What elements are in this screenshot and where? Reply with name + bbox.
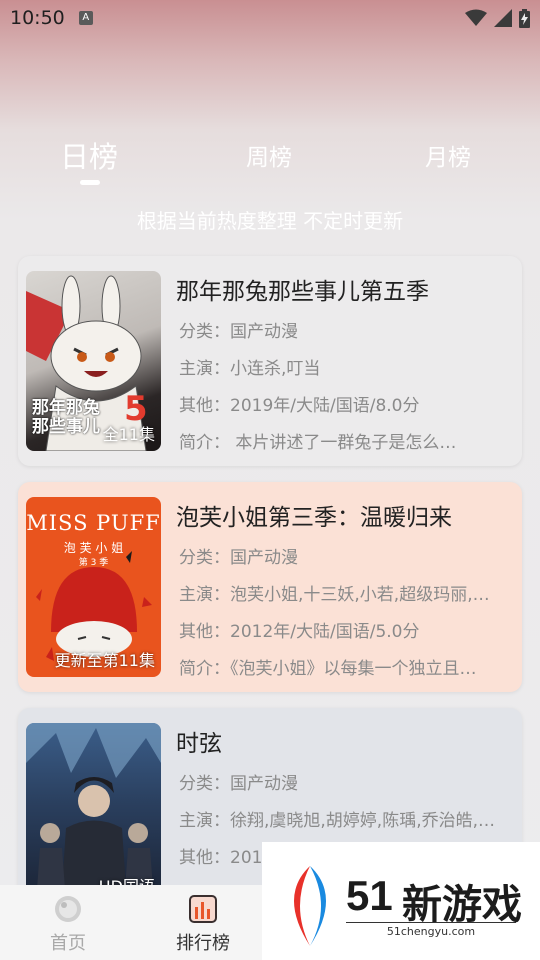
status-bar: 10:50 A (0, 0, 540, 36)
list-item[interactable]: MISS PUFF 泡 芙 小 姐 第 3 季 更新至第11集 泡芙小姐第三季：… (18, 482, 522, 692)
watermark-number: 51 (346, 872, 393, 919)
ranking-tabs: 日榜 周榜 月榜 (0, 130, 540, 190)
cover-image[interactable]: MISS PUFF 泡 芙 小 姐 第 3 季 更新至第11集 (26, 497, 161, 677)
cover-brand-title: MISS PUFF (26, 511, 161, 535)
watermark-logo: 51 新游戏 51chengyu.com (262, 842, 540, 960)
nav-home[interactable]: 首页 (18, 895, 118, 955)
tab-daily[interactable]: 日榜 (60, 134, 118, 176)
status-time: 10:50 (10, 7, 65, 29)
signal-icon (494, 9, 512, 27)
ranking-subtitle: 根据当前热度整理 不定时更新 (136, 209, 404, 233)
app-notification-icon: A (78, 11, 93, 25)
battery-charging-icon (519, 8, 530, 28)
nav-ranking-label: 排行榜 (176, 933, 230, 954)
show-title[interactable]: 泡芙小姐第三季：温暖归来 (176, 498, 452, 532)
show-intro: 简介：《泡芙小姐》以每集一个独立且… (179, 659, 477, 679)
cover-brand-subtitle: 泡 芙 小 姐 (63, 541, 124, 555)
watermark-emblem-icon (294, 866, 326, 946)
show-category: 分类：国产动漫 (179, 548, 298, 568)
cover-season-label: 第 3 季 (78, 558, 109, 568)
show-other-info: 其他：2012年/大陆/国语/5.0分 (179, 622, 420, 642)
home-icon (55, 896, 81, 922)
show-title[interactable]: 时弦 (176, 724, 222, 758)
show-cast: 主演：小连杀,叮当 (179, 359, 321, 379)
watermark-url: 51chengyu.com (346, 922, 516, 938)
show-category: 分类：国产动漫 (179, 322, 298, 342)
show-category: 分类：国产动漫 (179, 774, 298, 794)
cover-image[interactable]: 那年那兔那些事儿 5 全11集 (26, 271, 161, 451)
show-title[interactable]: 那年那兔那些事儿第五季 (176, 272, 429, 306)
list-item[interactable]: 那年那兔那些事儿 5 全11集 那年那兔那些事儿第五季 分类：国产动漫 主演：小… (18, 256, 522, 466)
show-intro: 简介： 本片讲述了一群兔子是怎么… (179, 433, 457, 453)
episode-badge: 更新至第11集 (54, 651, 155, 670)
tab-weekly[interactable]: 周榜 (246, 138, 292, 172)
nav-home-label: 首页 (50, 933, 86, 954)
cover-image[interactable]: HD国语 (26, 723, 161, 903)
show-cast: 主演：徐翔,虞晓旭,胡婷婷,陈瑀,乔治皓,… (179, 811, 496, 831)
tab-indicator (80, 180, 100, 185)
ranking-icon (189, 895, 217, 923)
tab-monthly[interactable]: 月榜 (425, 138, 471, 172)
nav-ranking[interactable]: 排行榜 (153, 895, 253, 955)
wifi-icon (465, 9, 487, 26)
show-other-info: 其他：2019年/大陆/国语/8.0分 (179, 396, 420, 416)
episode-badge: 全11集 (102, 425, 155, 444)
show-cast: 主演：泡芙小姐,十三妖,小若,超级玛丽,… (179, 585, 490, 605)
